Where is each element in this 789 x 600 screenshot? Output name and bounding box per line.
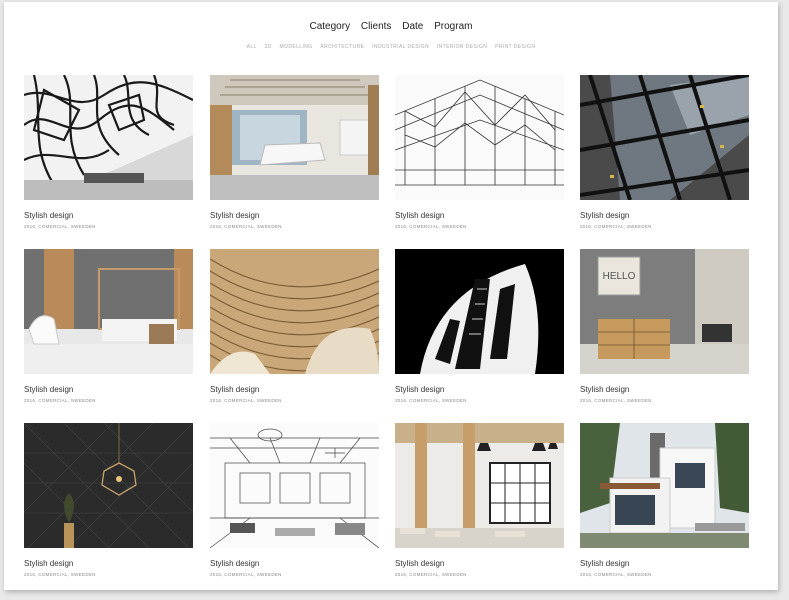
image-office-interior — [210, 75, 379, 200]
project-title[interactable]: Stylish design — [210, 559, 379, 568]
project-meta: 2016, COMERCIAL, SWEEDEN — [395, 398, 467, 403]
image-loft-cafe — [395, 423, 564, 548]
project-title[interactable]: Stylish design — [580, 559, 749, 568]
image-glass-facade — [580, 75, 749, 200]
project-meta: 2016, COMERCIAL, SWEEDEN — [395, 224, 467, 229]
hello-sign-text: HELLO — [603, 271, 636, 282]
image-modern-house — [580, 423, 749, 548]
portfolio-item: Stylish design 2016, COMERCIAL, SWEEDEN — [580, 423, 749, 577]
nav-item-clients[interactable]: Clients — [361, 21, 392, 32]
image-living-room-hello: HELLO — [580, 249, 749, 374]
category-nav: Category Clients Date Program — [4, 21, 778, 32]
filter-interior-design[interactable]: INTERIOR DESIGN — [437, 44, 487, 50]
project-meta: 2016, COMERCIAL, SWEEDEN — [24, 572, 96, 577]
filter-bar: ALL 3D MODELLING ARCHITECTURE INDUSTRIAL… — [4, 44, 778, 50]
filter-3d[interactable]: 3D — [265, 44, 272, 50]
project-title[interactable]: Stylish design — [210, 385, 379, 394]
portfolio-item: Stylish design 2016, COMERCIAL, SWEEDEN — [24, 249, 193, 403]
project-meta: 2016, COMERCIAL, SWEEDEN — [395, 572, 467, 577]
project-title[interactable]: Stylish design — [24, 385, 193, 394]
project-thumbnail[interactable] — [210, 249, 379, 374]
portfolio-item: Stylish design 2016, COMERCIAL, SWEEDEN — [24, 423, 193, 577]
project-meta: 2016, COMERCIAL, SWEEDEN — [580, 572, 652, 577]
project-meta: 2016, COMERCIAL, SWEEDEN — [210, 398, 282, 403]
project-meta: 2016, COMERCIAL, SWEEDEN — [210, 224, 282, 229]
filter-architecture[interactable]: ARCHITECTURE — [320, 44, 364, 50]
project-meta: 2016, COMERCIAL, SWEEDEN — [24, 224, 96, 229]
project-thumbnail[interactable] — [395, 249, 564, 374]
nav-item-program[interactable]: Program — [434, 21, 472, 32]
image-interior-sketch — [210, 423, 379, 548]
project-thumbnail[interactable] — [210, 75, 379, 200]
portfolio-item: Stylish design 2016, COMERCIAL, SWEEDEN — [395, 423, 564, 577]
nav-item-category[interactable]: Category — [310, 21, 351, 32]
project-title[interactable]: Stylish design — [395, 211, 564, 220]
project-thumbnail[interactable] — [580, 423, 749, 548]
project-title[interactable]: Stylish design — [580, 385, 749, 394]
project-title[interactable]: Stylish design — [210, 211, 379, 220]
portfolio-item: Stylish design 2016, COMERCIAL, SWEEDEN — [210, 75, 379, 229]
project-thumbnail[interactable] — [395, 75, 564, 200]
image-abstract-lattice — [24, 75, 193, 200]
project-thumbnail[interactable] — [395, 423, 564, 548]
project-title[interactable]: Stylish design — [395, 385, 564, 394]
project-thumbnail[interactable] — [24, 423, 193, 548]
portfolio-item: Stylish design 2016, COMERCIAL, SWEEDEN — [395, 249, 564, 403]
filter-modelling[interactable]: MODELLING — [280, 44, 313, 50]
portfolio-item: HELLO Stylish design 2016, COMERCIAL, SW… — [580, 249, 749, 403]
filter-print-design[interactable]: PRINT DESIGN — [495, 44, 535, 50]
project-title[interactable]: Stylish design — [395, 559, 564, 568]
filter-all[interactable]: ALL — [247, 44, 257, 50]
project-title[interactable]: Stylish design — [580, 211, 749, 220]
page-card: Category Clients Date Program ALL 3D MOD… — [4, 2, 778, 590]
image-building-through-arch — [395, 249, 564, 374]
portfolio-item: Stylish design 2016, COMERCIAL, SWEEDEN — [580, 75, 749, 229]
image-roof-truss-sketch — [395, 75, 564, 200]
project-thumbnail[interactable] — [24, 75, 193, 200]
project-title[interactable]: Stylish design — [24, 211, 193, 220]
project-meta: 2016, COMERCIAL, SWEEDEN — [24, 398, 96, 403]
image-geometric-lamp — [24, 423, 193, 548]
project-meta: 2016, COMERCIAL, SWEEDEN — [210, 572, 282, 577]
filter-industrial-design[interactable]: INDUSTRIAL DESIGN — [372, 44, 429, 50]
portfolio-item: Stylish design 2016, COMERCIAL, SWEEDEN — [395, 75, 564, 229]
portfolio-item: Stylish design 2016, COMERCIAL, SWEEDEN — [24, 75, 193, 229]
project-thumbnail[interactable] — [580, 75, 749, 200]
portfolio-item: Stylish design 2016, COMERCIAL, SWEEDEN — [210, 249, 379, 403]
project-thumbnail[interactable] — [24, 249, 193, 374]
project-thumbnail[interactable] — [210, 423, 379, 548]
nav-item-date[interactable]: Date — [402, 21, 423, 32]
project-meta: 2016, COMERCIAL, SWEEDEN — [580, 398, 652, 403]
project-meta: 2016, COMERCIAL, SWEEDEN — [580, 224, 652, 229]
image-wooden-ceiling — [210, 249, 379, 374]
image-bedroom — [24, 249, 193, 374]
project-thumbnail[interactable]: HELLO — [580, 249, 749, 374]
project-title[interactable]: Stylish design — [24, 559, 193, 568]
portfolio-item: Stylish design 2016, COMERCIAL, SWEEDEN — [210, 423, 379, 577]
